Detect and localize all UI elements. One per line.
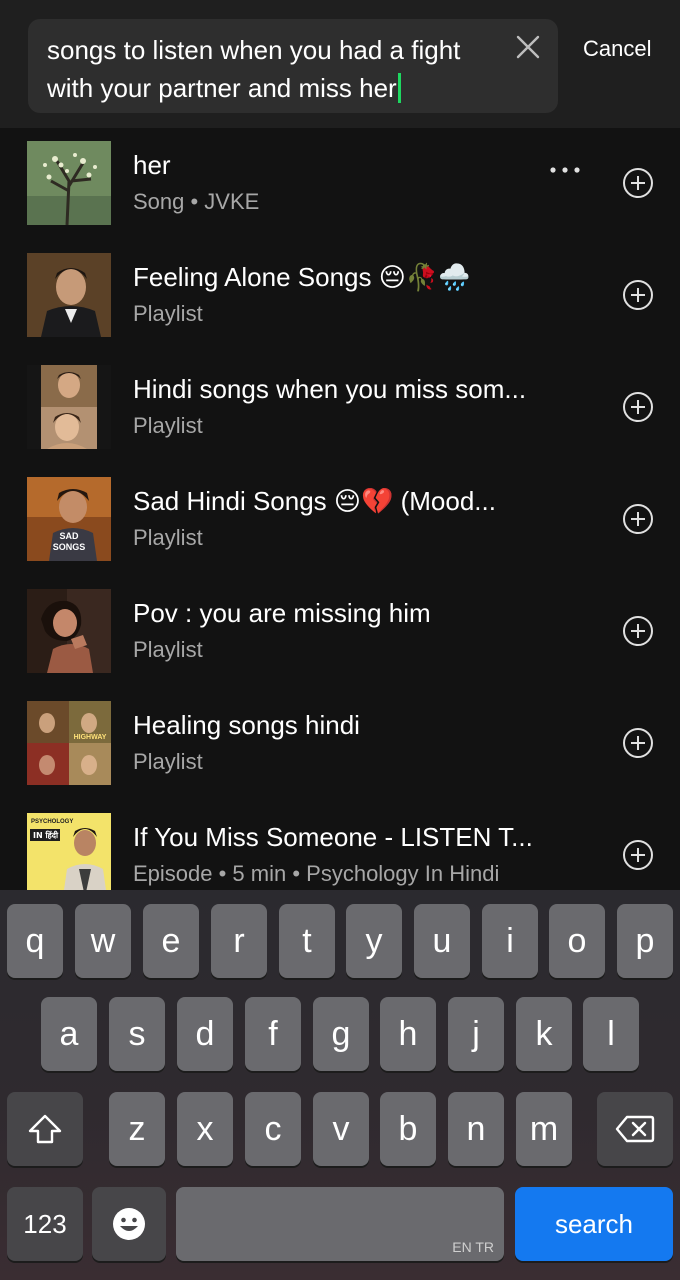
numbers-key[interactable]: 123	[7, 1187, 83, 1261]
keyboard-language: EN TR	[452, 1239, 494, 1255]
thumb-text: IN हिंदी	[33, 830, 59, 840]
playlist-cover	[27, 589, 111, 673]
list-item[interactable]: her Song • JVKE	[0, 128, 680, 240]
item-subtitle: Playlist	[133, 525, 203, 550]
key-n[interactable]: n	[448, 1092, 504, 1166]
key-f[interactable]: f	[245, 997, 301, 1071]
key-l[interactable]: l	[583, 997, 639, 1071]
list-item[interactable]: Feeling Alone Songs 😔🥀🌧️ Playlist	[0, 240, 680, 352]
search-header: songs to listen when you had a fight wit…	[0, 0, 680, 128]
add-icon[interactable]	[622, 279, 654, 311]
thumb-text: PSYCHOLOGY	[31, 819, 73, 825]
item-subtitle: Playlist	[133, 413, 203, 438]
space-bar[interactable]: EN TR	[176, 1187, 504, 1261]
key-p[interactable]: p	[617, 904, 673, 978]
list-item[interactable]: PSYCHOLOGY IN हिंदी If You Miss Someone …	[0, 800, 680, 890]
key-g[interactable]: g	[313, 997, 369, 1071]
search-input[interactable]: songs to listen when you had a fight wit…	[28, 19, 558, 113]
key-y[interactable]: y	[346, 904, 402, 978]
close-icon[interactable]	[512, 31, 544, 63]
key-q[interactable]: q	[7, 904, 63, 978]
thumb-text: SAD	[59, 531, 79, 541]
list-item[interactable]: HIGHWAY Healing songs hindi Playlist	[0, 688, 680, 800]
item-title: Healing songs hindi	[133, 710, 360, 740]
search-key[interactable]: search	[515, 1187, 673, 1261]
item-subtitle: Playlist	[133, 637, 203, 662]
item-title: Feeling Alone Songs 😔🥀🌧️	[133, 262, 471, 292]
thumb-text: HIGHWAY	[74, 734, 107, 741]
thumb-text: SONGS	[53, 542, 86, 552]
playlist-cover	[27, 365, 111, 449]
key-m[interactable]: m	[516, 1092, 572, 1166]
item-subtitle: Playlist	[133, 301, 203, 326]
shift-icon	[28, 1114, 62, 1144]
key-x[interactable]: x	[177, 1092, 233, 1166]
item-subtitle: Playlist	[133, 749, 203, 774]
add-icon[interactable]	[622, 615, 654, 647]
album-art	[27, 141, 111, 225]
key-v[interactable]: v	[313, 1092, 369, 1166]
playlist-cover: HIGHWAY	[27, 701, 111, 785]
key-r[interactable]: r	[211, 904, 267, 978]
on-screen-keyboard: q w e r t y u i o p a s d f g h j k l z …	[0, 890, 680, 1280]
key-z[interactable]: z	[109, 1092, 165, 1166]
playlist-cover	[27, 253, 111, 337]
add-icon[interactable]	[622, 727, 654, 759]
item-title: Pov : you are missing him	[133, 598, 431, 628]
key-b[interactable]: b	[380, 1092, 436, 1166]
playlist-cover: SAD SONGS	[27, 477, 111, 561]
key-e[interactable]: e	[143, 904, 199, 978]
item-title: Sad Hindi Songs 😔💔 (Mood...	[133, 486, 496, 516]
list-item[interactable]: SAD SONGS Sad Hindi Songs 😔💔 (Mood... Pl…	[0, 464, 680, 576]
key-a[interactable]: a	[41, 997, 97, 1071]
key-o[interactable]: o	[549, 904, 605, 978]
list-item[interactable]: Pov : you are missing him Playlist	[0, 576, 680, 688]
key-c[interactable]: c	[245, 1092, 301, 1166]
text-caret	[397, 73, 401, 103]
shift-key[interactable]	[7, 1092, 83, 1166]
item-title: her	[133, 150, 171, 180]
cancel-button[interactable]: Cancel	[583, 36, 651, 62]
podcast-cover: PSYCHOLOGY IN हिंदी	[27, 813, 111, 890]
item-title: If You Miss Someone - LISTEN T...	[133, 822, 533, 852]
item-subtitle: Episode • 5 min • Psychology In Hindi	[133, 861, 500, 886]
search-query[interactable]: songs to listen when you had a fight wit…	[47, 31, 507, 107]
key-s[interactable]: s	[109, 997, 165, 1071]
add-icon[interactable]	[622, 839, 654, 871]
add-icon[interactable]	[622, 167, 654, 199]
emoji-key[interactable]	[92, 1187, 166, 1261]
key-u[interactable]: u	[414, 904, 470, 978]
more-icon[interactable]	[545, 158, 585, 182]
key-t[interactable]: t	[279, 904, 335, 978]
key-j[interactable]: j	[448, 997, 504, 1071]
key-w[interactable]: w	[75, 904, 131, 978]
add-icon[interactable]	[622, 391, 654, 423]
backspace-key[interactable]	[597, 1092, 673, 1166]
backspace-icon	[615, 1115, 655, 1143]
search-results: her Song • JVKE Feeling Alone Songs 😔🥀🌧️…	[0, 128, 680, 890]
add-icon[interactable]	[622, 503, 654, 535]
key-h[interactable]: h	[380, 997, 436, 1071]
emoji-icon	[113, 1208, 145, 1240]
list-item[interactable]: Hindi songs when you miss som... Playlis…	[0, 352, 680, 464]
item-title: Hindi songs when you miss som...	[133, 374, 527, 404]
key-k[interactable]: k	[516, 997, 572, 1071]
key-i[interactable]: i	[482, 904, 538, 978]
key-d[interactable]: d	[177, 997, 233, 1071]
item-subtitle: Song • JVKE	[133, 189, 260, 214]
